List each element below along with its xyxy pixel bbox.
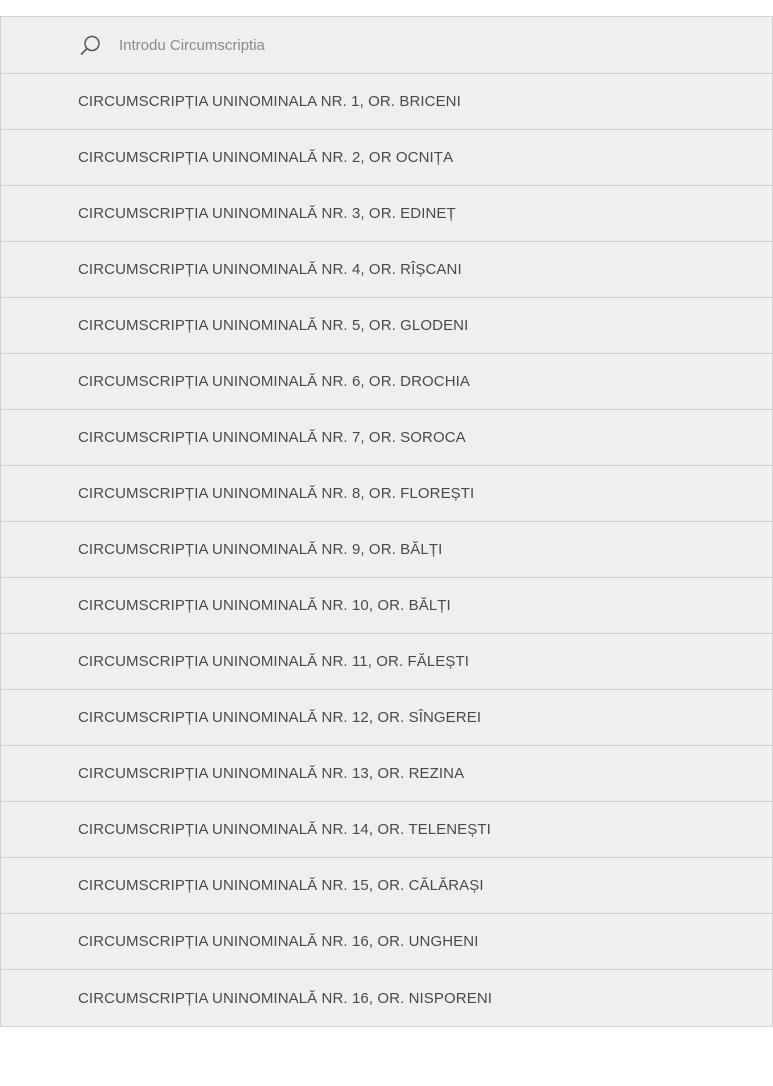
list-item[interactable]: CIRCUMSCRIPȚIA UNINOMINALĂ NR. 12, OR. S…	[1, 690, 772, 746]
list-item[interactable]: CIRCUMSCRIPȚIA UNINOMINALĂ NR. 2, OR OCN…	[1, 130, 772, 186]
list-item[interactable]: CIRCUMSCRIPȚIA UNINOMINALĂ NR. 13, OR. R…	[1, 746, 772, 802]
list-item[interactable]: CIRCUMSCRIPȚIA UNINOMINALĂ NR. 10, OR. B…	[1, 578, 772, 634]
circumscription-list: CIRCUMSCRIPȚIA UNINOMINALA NR. 1, OR. BR…	[1, 74, 772, 1026]
list-item[interactable]: CIRCUMSCRIPȚIA UNINOMINALĂ NR. 6, OR. DR…	[1, 354, 772, 410]
search-bar	[1, 17, 772, 74]
list-item[interactable]: CIRCUMSCRIPȚIA UNINOMINALĂ NR. 4, OR. RÎ…	[1, 242, 772, 298]
list-item[interactable]: CIRCUMSCRIPȚIA UNINOMINALA NR. 1, OR. BR…	[1, 74, 772, 130]
list-item[interactable]: CIRCUMSCRIPȚIA UNINOMINALĂ NR. 15, OR. C…	[1, 858, 772, 914]
list-item[interactable]: CIRCUMSCRIPȚIA UNINOMINALĂ NR. 9, OR. BĂ…	[1, 522, 772, 578]
list-item[interactable]: CIRCUMSCRIPȚIA UNINOMINALĂ NR. 7, OR. SO…	[1, 410, 772, 466]
list-item[interactable]: CIRCUMSCRIPȚIA UNINOMINALĂ NR. 14, OR. T…	[1, 802, 772, 858]
list-item[interactable]: CIRCUMSCRIPȚIA UNINOMINALĂ NR. 3, OR. ED…	[1, 186, 772, 242]
circumscription-panel: CIRCUMSCRIPȚIA UNINOMINALA NR. 1, OR. BR…	[0, 16, 773, 1027]
list-item[interactable]: CIRCUMSCRIPȚIA UNINOMINALĂ NR. 11, OR. F…	[1, 634, 772, 690]
list-item[interactable]: CIRCUMSCRIPȚIA UNINOMINALĂ NR. 8, OR. FL…	[1, 466, 772, 522]
search-icon[interactable]	[80, 35, 101, 56]
list-item[interactable]: CIRCUMSCRIPȚIA UNINOMINALĂ NR. 16, OR. U…	[1, 914, 772, 970]
search-input[interactable]	[119, 33, 719, 57]
list-item[interactable]: CIRCUMSCRIPȚIA UNINOMINALĂ NR. 16, OR. N…	[1, 970, 772, 1026]
list-item[interactable]: CIRCUMSCRIPȚIA UNINOMINALĂ NR. 5, OR. GL…	[1, 298, 772, 354]
